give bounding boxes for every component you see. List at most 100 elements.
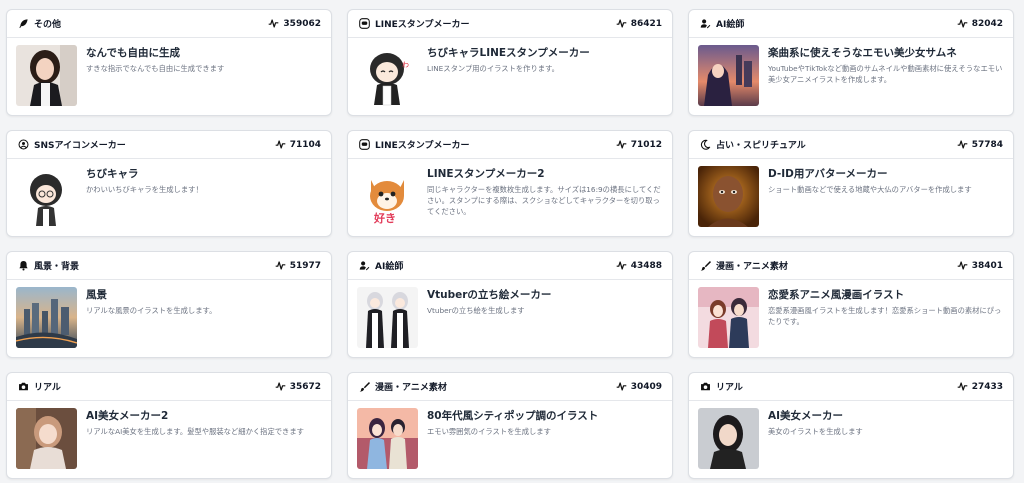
card-description: すきな指示でなんでも自由に生成できます <box>86 64 225 73</box>
user-pen-icon <box>359 260 370 271</box>
tool-card[interactable]: 漫画・アニメ素材 30409 80年代風シティポップ調のイラスト エモい雰囲気の… <box>347 372 673 479</box>
card-body: AI美女メーカー 美女のイラストを生成します <box>689 401 1013 478</box>
card-usage-count: 82042 <box>957 18 1003 29</box>
card-category-label: LINEスタンプメーカー <box>375 20 470 30</box>
usage-count-value: 30409 <box>630 381 662 392</box>
card-description: エモい雰囲気のイラストを生成します <box>427 427 551 436</box>
feather-icon <box>18 18 29 29</box>
card-description: Vtuberの立ち絵を生成します <box>427 306 525 315</box>
usage-count-value: 86421 <box>630 18 662 29</box>
card-header: AI絵師 82042 <box>689 10 1013 38</box>
card-description: リアルな風景のイラストを生成します。 <box>86 306 217 315</box>
tool-card[interactable]: リアル 27433 AI美女メーカー 美女のイラストを生成します <box>688 372 1014 479</box>
card-body: 恋愛系アニメ風漫画イラスト 恋愛系漫画風イラストを生成します！恋愛系ショート動画… <box>689 280 1013 357</box>
card-category: 漫画・アニメ素材 <box>359 380 447 393</box>
shiba-dog-thumbnail: 好き <box>357 166 418 227</box>
usage-count-value: 27433 <box>971 381 1003 392</box>
brush-icon <box>700 260 711 271</box>
card-description: かわいいちびキャラを生成します！ <box>86 185 203 194</box>
card-usage-count: 43488 <box>616 260 662 271</box>
card-title: 80年代風シティポップ調のイラスト <box>427 410 599 422</box>
user-pen-icon <box>700 18 711 29</box>
card-category-label: 風景・背景 <box>34 262 80 272</box>
cafe-woman-thumbnail <box>16 408 77 469</box>
tool-card[interactable]: 占い・スピリチュアル 57784 D-ID用アバターメーカー ショート動画などで… <box>688 130 1014 237</box>
card-usage-count: 71104 <box>275 139 321 150</box>
card-usage-count: 38401 <box>957 260 1003 271</box>
line-chat-icon <box>359 18 370 29</box>
citypop-couple-thumbnail <box>357 408 418 469</box>
moon-icon <box>700 139 711 150</box>
card-usage-count: 30409 <box>616 381 662 392</box>
chibi-maid-thumbnail: わ <box>357 45 418 106</box>
camera-icon <box>18 381 29 392</box>
card-header: 風景・背景 51977 <box>7 252 331 280</box>
card-usage-count: 71012 <box>616 139 662 150</box>
card-body: 80年代風シティポップ調のイラスト エモい雰囲気のイラストを生成します <box>348 401 672 478</box>
cityscape-thumbnail <box>16 287 77 348</box>
card-body: 風景 リアルな風景のイラストを生成します。 <box>7 280 331 357</box>
usage-count-value: 51977 <box>289 260 321 271</box>
camera-icon <box>700 381 711 392</box>
card-title: D-ID用アバターメーカー <box>768 168 888 180</box>
card-usage-count: 57784 <box>957 139 1003 150</box>
usage-count-value: 35672 <box>289 381 321 392</box>
activity-icon <box>957 139 968 150</box>
card-description: 同じキャラクターを複数枚生成します。サイズは16:9の横長にしてください。スタン… <box>427 185 661 216</box>
card-usage-count: 359062 <box>268 18 321 29</box>
tool-card[interactable]: LINEスタンプメーカー 71012 好き LINEスタンプメーカー2 同じキャ… <box>347 130 673 237</box>
card-category-label: その他 <box>34 20 62 30</box>
usage-count-value: 71104 <box>289 139 321 150</box>
tool-card[interactable]: AI絵師 43488 Vtuberの立ち絵メーカー Vtuberの立ち絵を生成し… <box>347 251 673 358</box>
card-header: 漫画・アニメ素材 30409 <box>348 373 672 401</box>
card-title: Vtuberの立ち絵メーカー <box>427 289 552 301</box>
card-description: LINEスタンプ用のイラストを作ります。 <box>427 64 559 73</box>
card-header: リアル 27433 <box>689 373 1013 401</box>
tool-card-grid: その他 359062 なんでも自由に生成 すきな指示でなんでも自由に生成できます… <box>6 9 1014 479</box>
card-usage-count: 51977 <box>275 260 321 271</box>
card-category: リアル <box>18 380 61 393</box>
tool-card[interactable]: 漫画・アニメ素材 38401 恋愛系アニメ風漫画イラスト 恋愛系漫画風イラストを… <box>688 251 1014 358</box>
usage-count-value: 71012 <box>630 139 662 150</box>
card-title: 風景 <box>86 289 107 301</box>
card-category-label: 漫画・アニメ素材 <box>716 262 788 272</box>
tool-card[interactable]: 風景・背景 51977 風景 リアルな風景のイラストを生成します。 <box>6 251 332 358</box>
card-title: ちびキャラLINEスタンプメーカー <box>427 47 590 59</box>
usage-count-value: 38401 <box>971 260 1003 271</box>
usage-count-value: 43488 <box>630 260 662 271</box>
tool-card[interactable]: SNSアイコンメーカー 71104 ちびキャラ かわいいちびキャラを生成します！ <box>6 130 332 237</box>
tool-card[interactable]: その他 359062 なんでも自由に生成 すきな指示でなんでも自由に生成できます <box>6 9 332 116</box>
usage-count-value: 359062 <box>283 18 321 29</box>
vtuber-maid-thumbnail <box>357 287 418 348</box>
svg-text:好き: 好き <box>373 211 396 225</box>
card-body: わ ちびキャラLINEスタンプメーカー LINEスタンプ用のイラストを作ります。 <box>348 38 672 115</box>
activity-icon <box>268 18 279 29</box>
card-category-label: 占い・スピリチュアル <box>716 141 806 151</box>
card-category: 占い・スピリチュアル <box>700 138 806 151</box>
card-title: AI美女メーカー2 <box>86 410 169 422</box>
card-body: 楽曲系に使えそうなエモい美少女サムネ YouTubeやTikTokなど動画のサム… <box>689 38 1013 115</box>
tool-card[interactable]: リアル 35672 AI美女メーカー2 リアルなAI美女を生成します。髪型や服装… <box>6 372 332 479</box>
tool-card[interactable]: LINEスタンプメーカー 86421 わ ちびキャラLINEスタンプメーカー L… <box>347 9 673 116</box>
card-category-label: LINEスタンプメーカー <box>375 141 470 151</box>
card-body: AI美女メーカー2 リアルなAI美女を生成します。髪型や服装など細かく指定できま… <box>7 401 331 478</box>
card-title: なんでも自由に生成 <box>86 47 180 59</box>
card-category: SNSアイコンメーカー <box>18 138 126 151</box>
card-body: なんでも自由に生成 すきな指示でなんでも自由に生成できます <box>7 38 331 115</box>
activity-icon <box>957 381 968 392</box>
line-chat-icon <box>359 139 370 150</box>
card-header: LINEスタンプメーカー 86421 <box>348 10 672 38</box>
card-title: 恋愛系アニメ風漫画イラスト <box>768 289 905 301</box>
card-usage-count: 35672 <box>275 381 321 392</box>
card-header: リアル 35672 <box>7 373 331 401</box>
dark-hair-woman-thumbnail <box>698 408 759 469</box>
card-category: LINEスタンプメーカー <box>359 17 470 30</box>
card-body: D-ID用アバターメーカー ショート動画などで使える地蔵や大仏のアバターを作成し… <box>689 159 1013 236</box>
brush-icon <box>359 381 370 392</box>
card-category: 漫画・アニメ素材 <box>700 259 788 272</box>
chibi-glasses-thumbnail <box>16 166 77 227</box>
card-category-label: AI絵師 <box>716 20 745 30</box>
tool-card[interactable]: AI絵師 82042 楽曲系に使えそうなエモい美少女サムネ YouTubeやTi… <box>688 9 1014 116</box>
activity-icon <box>616 260 627 271</box>
card-header: 漫画・アニメ素材 38401 <box>689 252 1013 280</box>
